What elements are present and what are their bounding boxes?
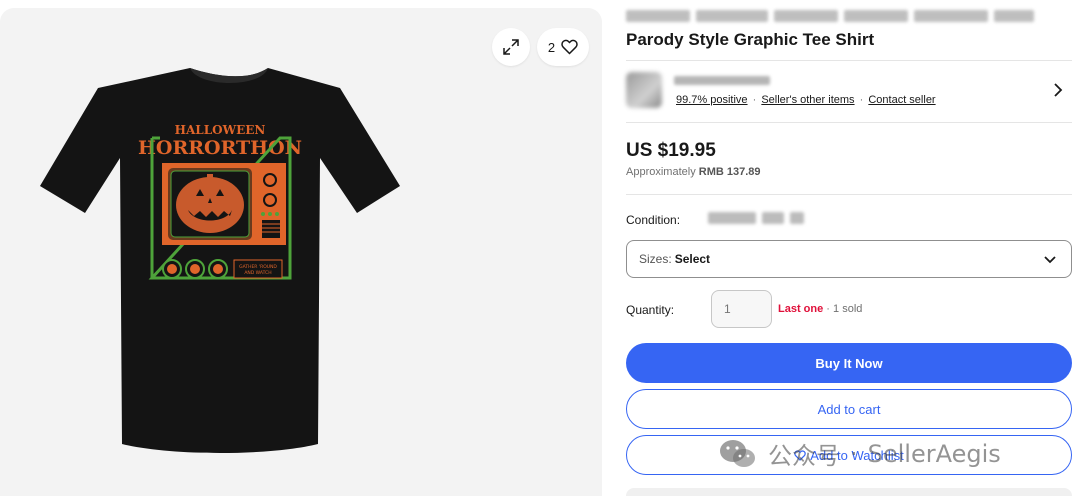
quantity-label: Quantity:: [626, 303, 675, 317]
contact-seller-link[interactable]: Contact seller: [868, 94, 935, 106]
quantity-info: Last one · 1 sold: [778, 303, 862, 315]
size-selected: Select: [674, 252, 711, 266]
buy-it-now-button[interactable]: Buy It Now: [626, 343, 1072, 383]
approx-price: Approximately RMB 137.89: [626, 166, 761, 178]
print-tagline-2: AND WATCH: [244, 270, 271, 276]
heart-icon: [561, 39, 578, 55]
print-tagline-1: GATHER 'ROUND: [239, 264, 277, 270]
heart-icon: [794, 449, 807, 461]
listing-details: Parody Style Graphic Tee Shirt 99.7% pos…: [626, 0, 1072, 496]
approx-prefix: Approximately: [626, 166, 696, 178]
seller-links: 99.7% positive · Seller's other items · …: [676, 94, 936, 106]
add-to-cart-button[interactable]: Add to cart: [626, 389, 1072, 429]
divider: [626, 60, 1072, 61]
seller-other-items-link[interactable]: Seller's other items: [761, 94, 854, 106]
seller-card[interactable]: 99.7% positive · Seller's other items · …: [626, 70, 1072, 114]
approx-value: RMB 137.89: [698, 166, 761, 178]
expand-image-button[interactable]: [492, 28, 530, 66]
listing-title: Parody Style Graphic Tee Shirt: [626, 30, 875, 49]
separator-dot: ·: [859, 94, 864, 106]
sold-count: 1 sold: [833, 303, 863, 315]
price: US $19.95: [626, 140, 716, 161]
size-label: Sizes:: [639, 252, 672, 266]
add-to-watchlist-button[interactable]: Add to Watchlist: [626, 435, 1072, 475]
print-line1: HALLOWEEN: [175, 123, 266, 137]
last-one-badge: Last one: [778, 303, 824, 315]
quantity-input[interactable]: [711, 290, 772, 328]
condition-value-redacted: [708, 212, 804, 224]
watch-count: 2: [547, 39, 556, 55]
seller-avatar: [626, 72, 662, 108]
title-redacted: [626, 10, 1036, 24]
separator-dot: ·: [826, 303, 830, 315]
add-to-watchlist-label: Add to Watchlist: [810, 447, 904, 463]
condition-label: Condition:: [626, 213, 681, 227]
separator-dot: ·: [752, 94, 757, 106]
chevron-down-icon: [1044, 256, 1056, 264]
product-gallery[interactable]: HALLOWEEN HORRORTHON GATHER 'ROUND AND W…: [0, 8, 602, 496]
next-section-edge: [626, 488, 1072, 496]
seller-feedback-link[interactable]: 99.7% positive: [676, 94, 748, 106]
size-select[interactable]: Sizes: Select: [626, 240, 1072, 278]
divider: [626, 194, 1072, 195]
divider: [626, 122, 1072, 123]
chevron-right-icon[interactable]: [1052, 82, 1064, 98]
tshirt-image: HALLOWEEN HORRORTHON GATHER 'ROUND AND W…: [40, 68, 400, 453]
expand-icon: [503, 39, 519, 55]
seller-name-redacted: [674, 76, 770, 85]
watch-count-button[interactable]: 2: [537, 28, 589, 66]
